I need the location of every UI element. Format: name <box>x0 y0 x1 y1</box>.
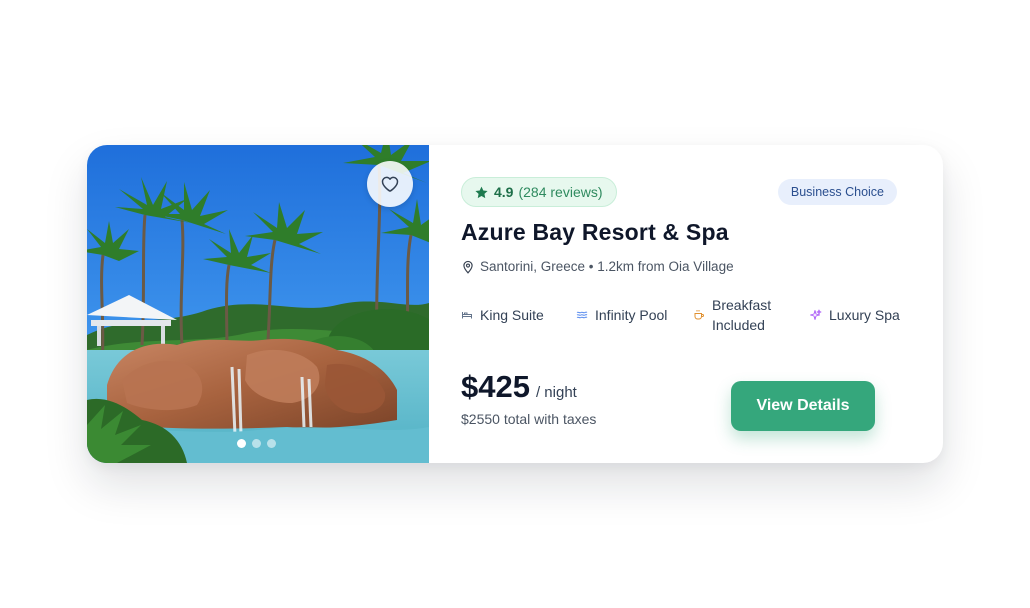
location-text: Santorini, Greece • 1.2km from Oia Villa… <box>480 259 734 274</box>
carousel-dot[interactable] <box>252 439 261 448</box>
amenity-king-suite: King Suite <box>461 295 561 335</box>
amenity-label: Breakfast Included <box>712 297 772 333</box>
amenity-label: King Suite <box>480 307 544 323</box>
rating-badge: 4.9 (284 reviews) <box>461 177 617 207</box>
price-unit: / night <box>535 384 577 401</box>
view-details-button[interactable]: View Details <box>731 381 875 431</box>
business-choice-badge: Business Choice <box>777 179 897 205</box>
amenities-list: King Suite Infinity Pool Breakfast Inclu… <box>461 295 911 335</box>
amenity-luxury-spa: Luxury Spa <box>810 295 920 335</box>
amenity-breakfast: Breakfast Included <box>693 295 797 335</box>
amenity-label: Infinity Pool <box>595 307 668 323</box>
hotel-title: Azure Bay Resort & Spa <box>461 219 729 245</box>
review-count: (284 reviews) <box>518 184 603 200</box>
carousel-dot[interactable] <box>267 439 276 448</box>
hotel-photo[interactable] <box>87 145 429 463</box>
star-icon <box>475 186 488 198</box>
rating-score: 4.9 <box>494 184 514 200</box>
heart-icon <box>381 176 399 192</box>
bed-icon <box>462 312 472 319</box>
price-block: $425 / night <box>461 369 577 405</box>
amenity-label: Luxury Spa <box>829 307 900 323</box>
carousel-dot[interactable] <box>237 439 246 448</box>
price-total: $2550 total with taxes <box>461 411 597 427</box>
map-pin-icon <box>463 260 473 274</box>
favorite-button[interactable] <box>367 161 413 207</box>
hotel-location: Santorini, Greece • 1.2km from Oia Villa… <box>461 259 734 274</box>
carousel-dots <box>237 439 276 448</box>
hotel-info: 4.9 (284 reviews) Business Choice Azure … <box>429 145 943 463</box>
amenity-infinity-pool: Infinity Pool <box>576 295 696 335</box>
coffee-icon <box>694 310 705 320</box>
price-amount: $425 <box>461 369 530 404</box>
sparkle-icon <box>810 309 822 320</box>
waves-icon <box>576 311 588 319</box>
hotel-card: 4.9 (284 reviews) Business Choice Azure … <box>87 145 943 463</box>
